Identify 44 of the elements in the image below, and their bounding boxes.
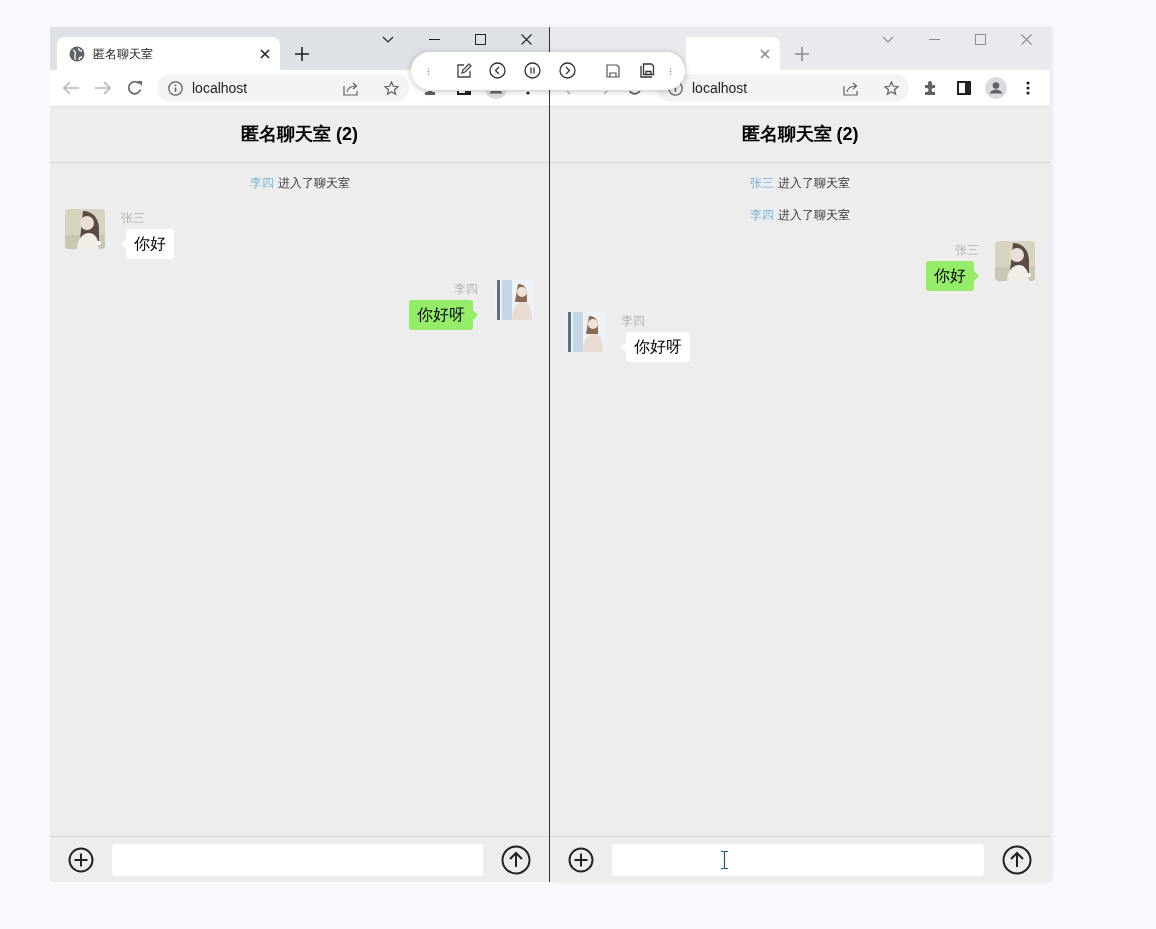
message-bubble: 你好 [126,229,174,259]
chat-title: 匿名聊天室 (2) [741,123,859,146]
pause-icon[interactable] [524,62,541,79]
user-name: 张三 [750,175,774,192]
add-icon[interactable] [68,846,94,873]
message-bubble: 你好呀 [409,300,473,330]
bubble-tail [974,271,979,281]
tab-title: 匿名聊天室 [93,45,154,63]
grip-icon[interactable] [427,68,430,75]
save-icon[interactable] [606,64,620,78]
edit-icon[interactable] [456,63,472,79]
notice-text: 进入了聊天室 [277,175,350,192]
add-icon[interactable] [568,846,594,873]
maximize-icon[interactable] [475,34,486,45]
bubble-tail [473,310,478,320]
message-bubble: 你好 [926,261,974,291]
message-input[interactable] [612,843,984,876]
address-bar[interactable]: localhost [657,74,909,102]
share-icon[interactable] [843,80,859,96]
text-cursor-icon [721,850,728,869]
close-icon[interactable] [521,34,532,45]
next-icon[interactable] [559,62,576,79]
notice-text: 进入了聊天室 [778,175,850,192]
browser-tab[interactable]: 匿名聊天室 [57,37,280,70]
message-bubble: 你好呀 [626,332,690,362]
user-name: 李四 [249,175,274,192]
star-icon[interactable] [884,80,899,96]
url-text: localhost [692,78,749,98]
info-icon [168,80,183,96]
address-bar[interactable]: localhost [157,74,409,102]
star-icon[interactable] [384,80,399,96]
previous-icon[interactable] [489,62,506,79]
chevron-down-icon[interactable] [382,36,394,43]
close-icon[interactable] [260,48,270,59]
chat-title: 匿名聊天室 (2) [241,123,358,146]
send-icon[interactable] [501,844,531,875]
new-tab-icon[interactable] [295,47,309,61]
notice-text: 进入了聊天室 [778,207,850,224]
user-name: 李四 [750,207,774,224]
url-text: localhost [192,78,249,98]
share-icon[interactable] [343,80,359,96]
save-all-icon[interactable] [640,63,655,78]
globe-icon [69,45,85,62]
send-icon[interactable] [1002,844,1032,875]
